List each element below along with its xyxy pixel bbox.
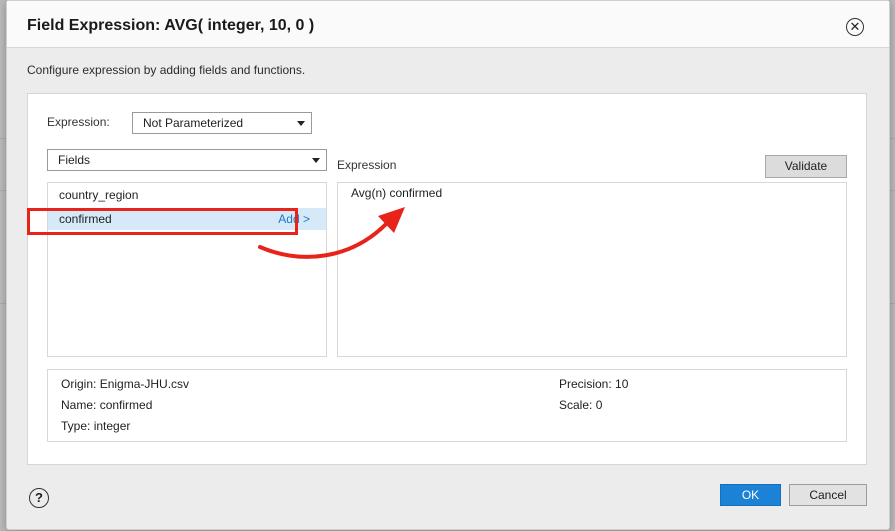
expression-panel: Expression: Not Parameterized Fields Exp… [27,93,867,465]
info-scale-label: Scale: [559,398,593,412]
info-precision-label: Precision: [559,377,612,391]
info-name: Name: confirmed [61,398,152,412]
info-precision-value: 10 [615,377,629,391]
info-name-value: confirmed [99,398,153,412]
dialog-title: Field Expression: AVG( integer, 10, 0 ) [27,17,315,34]
info-precision: Precision: 10 [559,377,628,391]
info-name-label: Name: [61,398,97,412]
cancel-button[interactable]: Cancel [789,484,867,506]
fields-dropdown-value: Fields [58,153,91,167]
info-scale-value: 0 [595,398,603,412]
expression-mode-value: Not Parameterized [143,116,244,130]
info-origin-value: Enigma-JHU.csv [99,377,190,391]
caret-down-icon [297,121,305,126]
fields-dropdown[interactable]: Fields [47,149,327,171]
help-icon[interactable]: ? [29,488,49,508]
info-origin: Origin: Enigma-JHU.csv [61,377,189,391]
expression-label: Expression [337,158,397,172]
dialog-subtitle: Configure expression by adding fields an… [27,63,306,77]
info-type-label: Type: [61,419,91,433]
field-expression-dialog: Field Expression: AVG( integer, 10, 0 ) … [6,0,890,530]
validate-button[interactable]: Validate [765,155,847,178]
annotation-arrow-icon [258,207,405,259]
ok-button[interactable]: OK [720,484,781,506]
expression-mode-label: Expression: [47,115,110,129]
close-icon[interactable]: ✕ [846,18,864,36]
info-origin-label: Origin: [61,377,97,391]
info-type: Type: integer [61,419,130,433]
info-type-value: integer [93,419,131,433]
info-scale: Scale: 0 [559,398,602,412]
expression-mode-select[interactable]: Not Parameterized [132,112,312,134]
dialog-header: Field Expression: AVG( integer, 10, 0 ) … [7,1,889,48]
field-info-box: Origin: Enigma-JHU.csv Name: confirmed T… [47,369,847,442]
caret-down-icon [312,158,320,163]
field-name: country_region [59,188,139,202]
